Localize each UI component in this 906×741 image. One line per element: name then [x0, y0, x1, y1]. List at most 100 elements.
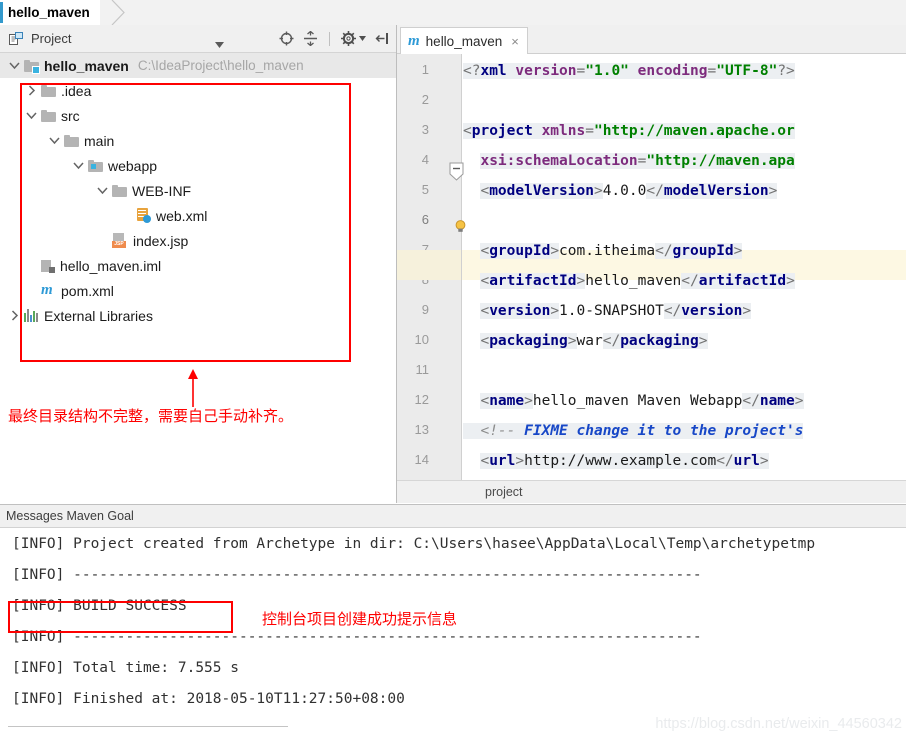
collapse-all-icon[interactable] [303, 30, 318, 47]
console-line: [INFO] Total time: 7.555 s [12, 660, 239, 676]
tree-arrow-placeholder [25, 259, 38, 272]
tree-node-index-jsp[interactable]: JSP index.jsp [0, 228, 396, 253]
code-editor: m hello_maven × 1234567891011121314 <?xm… [397, 25, 906, 503]
messages-panel-header[interactable]: Messages Maven Goal [0, 505, 906, 528]
tree-node-web-xml[interactable]: web.xml [0, 203, 396, 228]
folder-icon [112, 184, 127, 197]
watermark-text: https://blog.csdn.net/weixin_44560342 [655, 716, 902, 732]
line-number: 6 [421, 212, 429, 227]
editor-breadcrumb-label: project [485, 485, 523, 499]
tree-node-label: hello_maven.iml [60, 257, 162, 274]
tree-node-label: .idea [61, 82, 92, 99]
tree-node-path: C:\IdeaProject\hello_maven [137, 58, 304, 73]
line-number: 13 [414, 422, 429, 437]
line-number: 12 [414, 392, 429, 407]
nav-tab-hello-maven[interactable]: hello_maven [0, 0, 100, 25]
project-panel-toolbar [279, 25, 390, 52]
tree-arrow-placeholder [120, 209, 133, 222]
code-line: <modelVersion>4.0.0</modelVersion> [480, 183, 778, 199]
tree-node-main[interactable]: main [0, 128, 396, 153]
code-line: <?xml version="1.0" encoding="UTF-8"?> [463, 63, 795, 79]
project-view-icon [9, 31, 24, 46]
tree-node-label: main [84, 132, 115, 149]
project-panel: Project hello_maven C:\IdeaProject\hello… [0, 25, 397, 503]
code-line: <groupId>com.itheima</groupId> [480, 243, 743, 259]
tree-node-pom-xml[interactable]: m pom.xml [0, 278, 396, 303]
tree-node-webapp[interactable]: webapp [0, 153, 396, 178]
gear-chevron-down-icon[interactable] [359, 36, 366, 41]
code-line: <name>hello_maven Maven Webapp</name> [480, 393, 804, 409]
module-folder-icon [24, 59, 40, 74]
tree-arrow-placeholder [96, 234, 109, 247]
chevron-down-icon[interactable] [72, 159, 85, 172]
maven-file-icon: m [41, 282, 53, 298]
console-divider [8, 726, 288, 727]
webapp-folder-icon [88, 159, 103, 172]
toolbar-divider [329, 31, 330, 46]
tree-node-label: WEB-INF [132, 182, 192, 199]
chevron-down-icon[interactable] [48, 134, 61, 147]
tree-node-hello-maven-iml[interactable]: hello_maven.iml [0, 253, 396, 278]
code-line: <packaging>war</packaging> [480, 333, 708, 349]
editor-tab-hello-maven[interactable]: m hello_maven × [400, 27, 528, 54]
console-line: [INFO] Project created from Archetype in… [12, 536, 816, 552]
maven-console-output[interactable]: [INFO] ---------------------< com.itheim… [0, 528, 906, 741]
code-line: xsi:schemaLocation="http://maven.apa [480, 153, 795, 169]
tree-node-label: src [61, 107, 80, 124]
editor-tab-label: hello_maven [425, 33, 503, 49]
folder-icon [64, 134, 79, 147]
tree-node-label: webapp [108, 157, 158, 174]
tree-arrow-placeholder [25, 284, 38, 297]
libraries-icon [24, 309, 39, 322]
code-fold-marker-icon[interactable] [449, 162, 464, 184]
tree-node-label: index.jsp [133, 232, 189, 249]
jsp-file-icon: JSP [112, 233, 128, 248]
line-number: 2 [421, 92, 429, 107]
breadcrumb-chevron-icon [110, 0, 128, 25]
tree-node-web-inf[interactable]: WEB-INF [0, 178, 396, 203]
project-view-label: Project [31, 31, 72, 46]
folder-icon [41, 109, 56, 122]
tree-node-external-libraries[interactable]: External Libraries [0, 303, 396, 328]
folder-icon [41, 84, 56, 97]
line-number: 3 [421, 122, 429, 137]
project-view-chevron-down-icon[interactable] [215, 36, 224, 51]
chevron-down-icon[interactable] [25, 109, 38, 122]
chevron-right-icon[interactable] [8, 309, 21, 322]
project-view-title[interactable]: Project [0, 31, 71, 46]
code-text[interactable]: <?xml version="1.0" encoding="UTF-8"?> <p… [463, 54, 906, 503]
tree-node--idea[interactable]: .idea [0, 78, 396, 103]
nav-tab-accent [0, 2, 3, 23]
hide-panel-icon[interactable] [375, 31, 390, 46]
tree-node-label: pom.xml [61, 282, 114, 299]
chevron-down-icon[interactable] [8, 59, 21, 72]
project-panel-header: Project [0, 25, 396, 53]
gear-icon[interactable] [341, 31, 356, 46]
breadcrumb-bar: hello_maven [0, 0, 906, 26]
line-number: 14 [414, 452, 429, 467]
line-number: 9 [421, 302, 429, 317]
editor-tab-bar: m hello_maven × [397, 25, 906, 54]
editor-breadcrumb[interactable]: project [397, 480, 906, 503]
tree-node-hello-maven[interactable]: hello_maven C:\IdeaProject\hello_maven [0, 53, 396, 78]
project-tree[interactable]: hello_maven C:\IdeaProject\hello_maven .id… [0, 53, 396, 503]
console-line: [INFO] ---------------------------------… [12, 567, 702, 583]
scroll-from-source-icon[interactable] [279, 31, 294, 46]
close-icon[interactable]: × [511, 34, 519, 49]
tree-node-label: web.xml [156, 207, 208, 224]
line-number: 4 [421, 152, 429, 167]
current-line-gutter-highlight [397, 250, 461, 280]
line-number: 5 [421, 182, 429, 197]
code-line: <url>http://www.example.com</url> [480, 453, 769, 469]
iml-file-icon [41, 259, 55, 273]
code-line: <project xmlns="http://maven.apache.or [463, 123, 795, 139]
build-success-highlight-box [8, 601, 233, 633]
code-area[interactable]: 1234567891011121314 <?xml version="1.0" … [397, 54, 906, 503]
tree-node-src[interactable]: src [0, 103, 396, 128]
code-line: <!-- FIXME change it to the project's [463, 416, 804, 446]
chevron-right-icon[interactable] [25, 84, 38, 97]
chevron-down-icon[interactable] [96, 184, 109, 197]
console-line: [INFO] Finished at: 2018-05-10T11:27:50+… [12, 691, 405, 707]
annotation-arrow-icon [185, 369, 201, 410]
maven-file-icon: m [408, 32, 420, 49]
